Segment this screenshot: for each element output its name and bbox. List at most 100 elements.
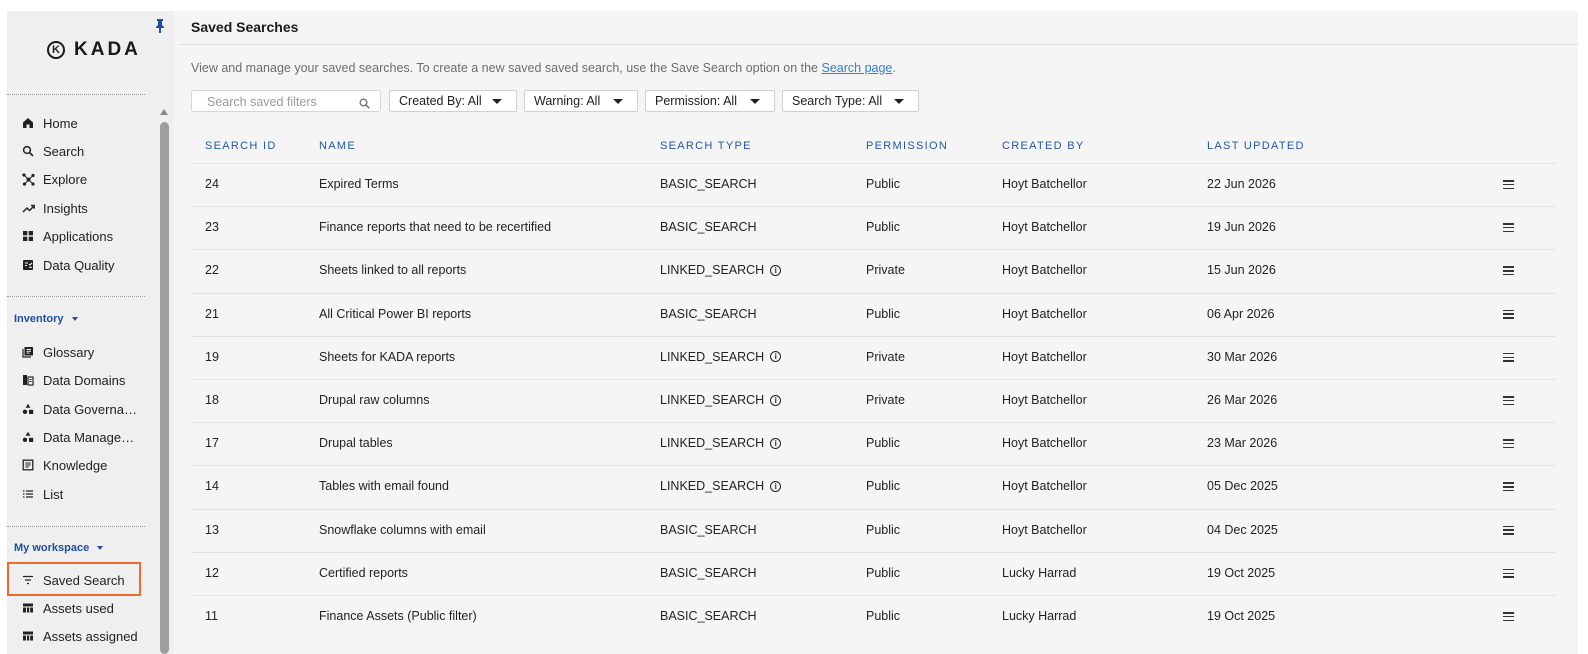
sidebar-item-search[interactable]: Search <box>21 140 151 162</box>
scroll-up-icon[interactable] <box>160 109 168 115</box>
table-icon <box>21 629 35 643</box>
search-icon <box>21 144 35 158</box>
sidebar-item-label: Assets used <box>43 600 114 616</box>
row-menu-icon[interactable] <box>1503 612 1514 621</box>
table-row[interactable]: 11 Finance Assets (Public filter) BASIC_SE… <box>191 595 1556 639</box>
row-menu-icon[interactable] <box>1503 482 1514 492</box>
sidebar-scrollbar[interactable] <box>160 122 169 654</box>
col-search-type-cell: LINKED_SEARCH i <box>660 479 782 493</box>
divider <box>7 526 145 527</box>
row-menu-icon[interactable] <box>1503 180 1514 189</box>
sidebar-item-knowledge[interactable]: Knowledge <box>21 454 151 476</box>
col-search-type-cell: BASIC_SEARCH <box>660 522 757 537</box>
warning-filter[interactable]: Warning: All <box>524 90 638 112</box>
sidebar-item-list[interactable]: List <box>21 483 151 505</box>
row-menu-icon[interactable] <box>1503 352 1514 362</box>
col-permission-cell: Public <box>866 436 901 451</box>
sidebar-item-label: Insights <box>43 200 88 216</box>
col-name-cell: Drupal raw columns <box>319 393 430 407</box>
sidebar-item-applications[interactable]: Applications <box>21 225 151 247</box>
logo[interactable]: K KADA <box>47 39 141 61</box>
table-row[interactable]: 14 Tables with email found LINKED_SEARCH i P… <box>191 465 1556 509</box>
explore-icon <box>21 172 35 186</box>
search-page-link[interactable]: Search page <box>822 61 893 75</box>
col-last-updated-header[interactable]: LAST UPDATED <box>1207 140 1305 152</box>
row-menu-icon[interactable] <box>1503 525 1514 535</box>
quality-icon <box>21 258 35 272</box>
sidebar-item-data-quality[interactable]: Data Quality <box>21 254 151 276</box>
table-row[interactable]: 21 All Critical Power BI reports BASIC_SEA… <box>191 292 1556 337</box>
workspace-header[interactable]: My workspace <box>14 542 104 554</box>
col-created-by-cell: Lucky Harrad <box>1002 565 1077 580</box>
trending-up-icon <box>21 201 35 215</box>
sidebar-item-assets-used[interactable]: Assets used <box>21 597 151 619</box>
table-row[interactable]: 22 Sheets linked to all reports LINKED_SEA… <box>191 249 1556 293</box>
sidebar: K KADA Home Search Explore Insights Applicat… <box>7 11 174 654</box>
col-last-updated-cell: 06 Apr 2026 <box>1207 306 1275 321</box>
col-created-by-cell: Lucky Harrad <box>1002 609 1077 623</box>
dropdown-arrow-icon <box>613 99 623 104</box>
col-name-cell: Expired Terms <box>319 177 399 191</box>
col-name-header[interactable]: NAME <box>319 140 356 152</box>
col-last-updated-cell: 19 Oct 2025 <box>1207 609 1276 623</box>
col-created-by-header[interactable]: CREATED BY <box>1002 140 1084 152</box>
col-permission-header[interactable]: PERMISSION <box>866 140 948 152</box>
sidebar-item-assets-assigned[interactable]: Assets assigned <box>21 625 151 647</box>
table-row[interactable]: 17 Drupal tables LINKED_SEARCH i Public Hoyt … <box>191 422 1556 466</box>
sidebar-item-data-management[interactable]: Data Management <box>21 426 151 448</box>
permission-filter[interactable]: Permission: All <box>645 90 775 112</box>
info-icon[interactable]: i <box>770 264 782 276</box>
pin-icon[interactable] <box>155 19 169 35</box>
sidebar-item-explore[interactable]: Explore <box>21 168 151 190</box>
table-row[interactable]: 12 Certified reports BASIC_SEARCH Public Luc… <box>191 551 1556 596</box>
info-icon[interactable]: i <box>770 394 782 406</box>
col-search-type-cell: BASIC_SEARCH <box>660 609 757 623</box>
col-search-type-cell: LINKED_SEARCH i <box>660 393 782 407</box>
col-permission-cell: Public <box>866 306 901 321</box>
row-menu-icon[interactable] <box>1503 568 1514 578</box>
table-row[interactable]: 24 Expired Terms BASIC_SEARCH Public Hoyt Ba… <box>191 163 1556 207</box>
col-search-type-header[interactable]: SEARCH TYPE <box>660 140 752 152</box>
col-permission-cell: Public <box>866 479 901 494</box>
table-row[interactable]: 13 Snowflake columns with email BASIC_SEAR… <box>191 508 1556 553</box>
col-permission-cell: Public <box>866 565 901 580</box>
inventory-header[interactable]: Inventory <box>14 313 78 325</box>
sidebar-item-label: Search <box>43 143 85 159</box>
row-menu-icon[interactable] <box>1503 396 1514 405</box>
row-menu-icon[interactable] <box>1503 439 1514 449</box>
row-menu-icon[interactable] <box>1503 223 1514 233</box>
info-icon[interactable]: i <box>770 480 782 492</box>
search-input[interactable] <box>205 94 359 110</box>
col-created-by-cell: Hoyt Batchellor <box>1002 263 1087 278</box>
col-created-by-cell: Hoyt Batchellor <box>1002 220 1087 235</box>
search-type-filter[interactable]: Search Type: All <box>782 90 919 112</box>
sidebar-item-insights[interactable]: Insights <box>21 197 151 219</box>
search-filter-box[interactable] <box>191 90 381 112</box>
sidebar-item-data-governance[interactable]: Data Governance <box>21 398 151 420</box>
col-last-updated-cell: 05 Dec 2025 <box>1207 479 1278 494</box>
sidebar-item-data-domains[interactable]: Data Domains <box>21 369 151 391</box>
info-icon[interactable]: i <box>770 437 782 449</box>
table-row[interactable]: 18 Drupal raw columns LINKED_SEARCH i Privat… <box>191 379 1556 423</box>
col-search-type-cell: LINKED_SEARCH i <box>660 350 782 364</box>
info-icon[interactable]: i <box>770 351 782 363</box>
sidebar-item-glossary[interactable]: Glossary <box>21 341 151 363</box>
search-icon[interactable] <box>359 96 370 114</box>
row-menu-icon[interactable] <box>1503 266 1514 276</box>
col-permission-cell: Public <box>866 609 901 623</box>
divider <box>7 296 145 297</box>
shapes-icon <box>21 402 35 416</box>
sidebar-item-home[interactable]: Home <box>21 112 151 134</box>
table-row[interactable]: 19 Sheets for KADA reports LINKED_SEARCH i P… <box>191 335 1556 380</box>
col-name-cell: Finance Assets (Public filter) <box>319 609 477 623</box>
col-permission-cell: Private <box>866 393 905 407</box>
col-search-id-header[interactable]: SEARCH ID <box>205 140 277 152</box>
created-by-filter[interactable]: Created By: All <box>389 90 517 112</box>
col-last-updated-cell: 22 Jun 2026 <box>1207 177 1276 191</box>
row-menu-icon[interactable] <box>1503 309 1514 319</box>
sidebar-item-label: Data Quality <box>43 257 115 273</box>
col-name-cell: Tables with email found <box>319 479 449 494</box>
table-row[interactable]: 23 Finance reports that need to be recert… <box>191 206 1556 250</box>
sidebar-item-label: Home <box>43 115 78 131</box>
sidebar-item-label: Glossary <box>43 344 95 360</box>
